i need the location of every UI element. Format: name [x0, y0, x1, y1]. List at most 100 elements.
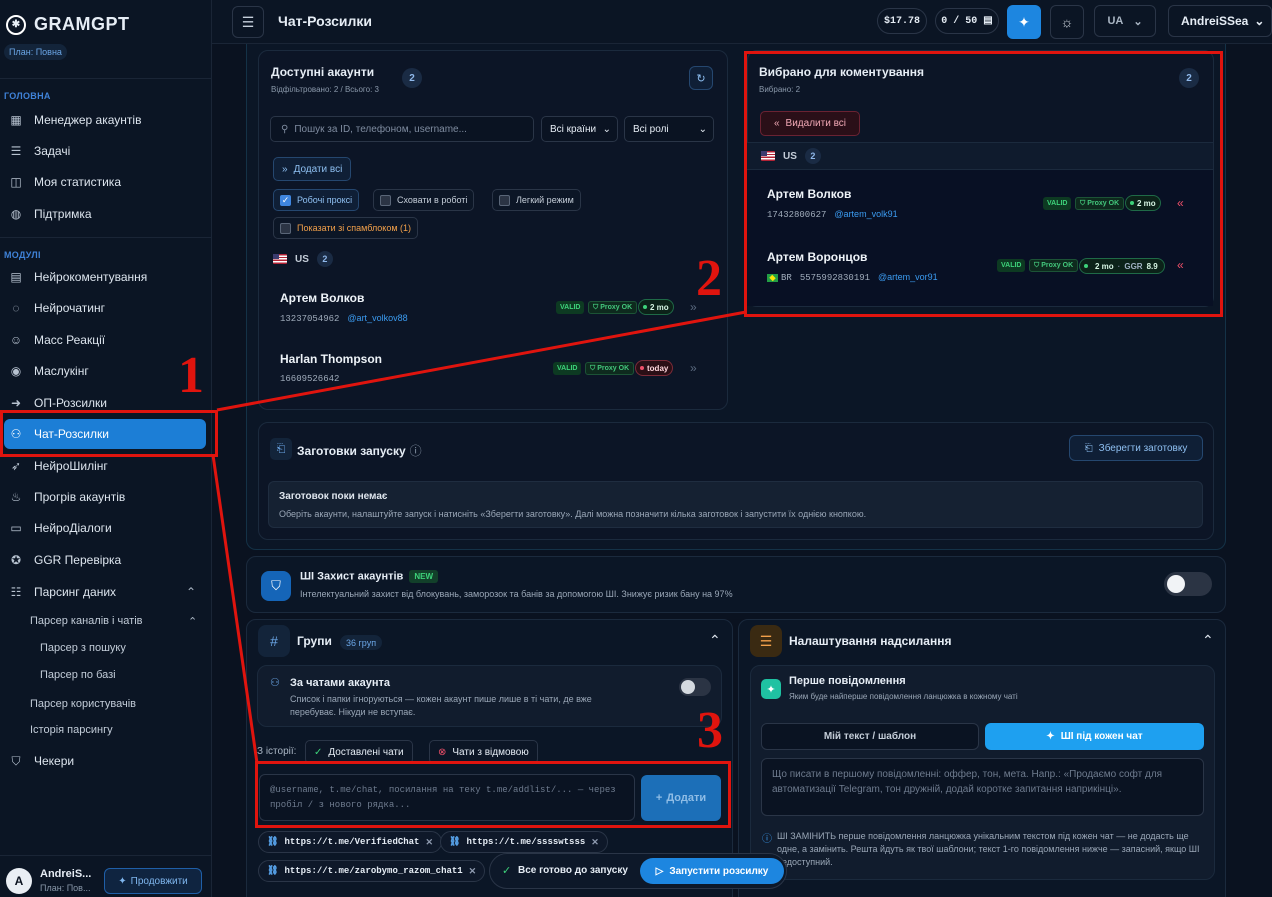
chat-chip[interactable]: ⛓ https://t.me/sssswtsss ✕: [440, 831, 608, 853]
remove-chip-icon[interactable]: ✕: [591, 837, 599, 848]
bookmark-icon: ⎗: [1084, 442, 1093, 454]
app-root: ✱ GRAMGPT План: Повна ГОЛОВНА ▦ Менеджер …: [0, 0, 1272, 897]
add-all-button[interactable]: » Додати всі: [273, 157, 352, 181]
filter-spamblock[interactable]: Показати зі спамблоком (1): [273, 217, 419, 239]
sidebar-item-masslooking[interactable]: ◉ Маслукінг: [4, 356, 206, 386]
dialog-icon: ▭: [10, 521, 22, 535]
launch-bar: ✓ Все готово до запуску ▷ Запустити розси…: [489, 853, 787, 889]
sidebar-item-parsing[interactable]: ☷ Парсинг даних ⌃: [4, 577, 206, 607]
sidebar-item-warmup[interactable]: ♨ Прогрів акаунтів: [4, 482, 206, 512]
tab-ai-label: ШІ під кожен чат: [1060, 731, 1143, 742]
filter-light-mode[interactable]: Легкий режим: [492, 189, 581, 211]
grid-icon: ▦: [10, 113, 22, 127]
remove-chip-icon[interactable]: ✕: [469, 866, 477, 877]
chevron-down-icon: ⌄: [1254, 14, 1265, 28]
by-account-toggle[interactable]: [679, 678, 711, 696]
annotation-number-3: 3: [697, 702, 723, 759]
sidebar-item-support[interactable]: ◍ Підтримка: [4, 199, 206, 229]
collapse-chevron-icon[interactable]: ⌃: [709, 632, 721, 649]
available-group-us[interactable]: US 2: [273, 245, 333, 273]
double-chevron-right-icon: »: [282, 163, 288, 175]
users-icon: ⚇: [270, 677, 280, 689]
tab-own-text[interactable]: Мій текст / шаблон: [761, 723, 979, 750]
start-mailing-button[interactable]: ▷ Запустити розсилку: [640, 858, 784, 884]
age-badge: today: [635, 360, 674, 376]
balance-badge[interactable]: $17.78: [877, 8, 927, 34]
theme-toggle-button[interactable]: ☼: [1050, 5, 1084, 39]
eye-icon: ◉: [10, 364, 22, 378]
filter-hide-working[interactable]: Сховати в роботі: [373, 189, 475, 211]
chevron-down-icon: ⌄: [1133, 15, 1143, 28]
country-select[interactable]: Всі країни ⌄: [541, 116, 618, 142]
chat-bubble-icon: ◌: [12, 301, 20, 315]
sidebar-subitem-base-parser[interactable]: Парсер по базі: [40, 669, 116, 681]
chat-chip[interactable]: ⛓ https://t.me/VerifiedChat ✕: [258, 831, 443, 853]
account-search-input[interactable]: ⚲ Пошук за ID, телефоном, username...: [270, 116, 534, 142]
ai-sparkle-button[interactable]: ✦: [1007, 5, 1041, 39]
sidebar-subitem-search-parser[interactable]: Парсер з пошуку: [40, 642, 126, 654]
account-name: Артем Волков: [280, 291, 365, 305]
by-account-title: За чатами акаунта: [290, 677, 391, 689]
save-preset-button[interactable]: ⎗ Зберегти заготовку: [1069, 435, 1203, 461]
age-label: 2 mo: [650, 302, 669, 312]
extend-plan-button[interactable]: ✦ Продовжити: [104, 868, 202, 894]
age-badge: 2 mo: [638, 299, 674, 315]
sidebar-item-account-manager[interactable]: ▦ Менеджер акаунтів: [4, 105, 206, 135]
account-name: Harlan Thompson: [280, 352, 383, 366]
quota-badge[interactable]: 0 / 50 ▤: [935, 8, 999, 34]
shield-icon: ⛉: [261, 571, 291, 601]
sidebar-item-label: Чекери: [34, 754, 75, 768]
sidebar-item-label: Парсинг даних: [34, 585, 117, 599]
sidebar-item-neurocomment[interactable]: ▤ Нейрокоментування: [4, 262, 206, 292]
filter-label: Робочі проксі: [297, 195, 353, 205]
presets-empty-state: Заготовок поки немає Оберіть акаунти, на…: [268, 481, 1203, 528]
link-icon: ⛓: [267, 866, 279, 876]
sidebar-item-ggr-check[interactable]: ✪ GGR Перевірка: [4, 545, 206, 575]
info-icon[interactable]: ⓘ: [410, 444, 422, 458]
sidebar-item-statistics[interactable]: ◫ Моя статистика: [4, 167, 206, 197]
checkbox-checked-icon: ✓: [280, 194, 291, 206]
rocket-icon: ➶: [10, 459, 22, 473]
account-meta: 16609526642: [280, 374, 339, 384]
user-menu-button[interactable]: AndreiSSea ⌄: [1168, 5, 1272, 37]
play-icon: ▷: [655, 865, 664, 877]
sidebar-item-neurodialogs[interactable]: ▭ НейроДіалоги: [4, 513, 206, 543]
groups-title: Групи: [297, 634, 332, 648]
menu-toggle-button[interactable]: ☰: [232, 6, 264, 38]
tab-ai-per-chat[interactable]: ✦ ШІ під кожен чат: [985, 723, 1204, 750]
ai-prompt-input[interactable]: Що писати в першому повідомленні: оффер,…: [761, 758, 1204, 816]
section-main-label: ГОЛОВНА: [4, 91, 51, 101]
remove-chip-icon[interactable]: ✕: [425, 837, 433, 848]
sidebar-item-mass-reactions[interactable]: ☺ Масс Реакції: [4, 325, 206, 355]
ai-protection-toggle[interactable]: [1164, 572, 1212, 596]
annotation-box-3: [255, 761, 731, 828]
language-select[interactable]: UA ⌄: [1094, 5, 1156, 37]
link-icon: ⛓: [267, 837, 279, 847]
groups-count-badge: 36 груп: [340, 635, 383, 650]
sidebar-subitem-parse-history[interactable]: Історія парсингу: [30, 724, 113, 736]
logo-icon: ✱: [6, 14, 26, 35]
shield-icon: ⛉: [593, 303, 599, 311]
filter-working-proxy[interactable]: ✓ Робочі проксі: [273, 189, 360, 211]
add-account-button[interactable]: »: [690, 361, 697, 375]
check-circle-icon: ✓: [502, 865, 512, 877]
collapse-chevron-icon[interactable]: ⌃: [1202, 632, 1214, 649]
sidebar-subitem-user-parser[interactable]: Парсер користувачів: [30, 698, 136, 710]
refresh-button[interactable]: ↻: [689, 66, 713, 90]
avatar[interactable]: A: [6, 868, 32, 894]
sidebar-item-neurochat[interactable]: ◌ Нейрочатинг: [4, 293, 206, 323]
sidebar-item-label: НейроДіалоги: [34, 521, 112, 535]
valid-badge: VALID: [556, 301, 585, 314]
sidebar-item-label: Прогрів акаунтів: [34, 490, 126, 504]
role-select[interactable]: Всі ролі ⌄: [624, 116, 714, 142]
chevron-down-icon: ⌄: [602, 123, 611, 135]
sidebar-subitem-channel-parser[interactable]: Парсер каналів і чатів ⌃: [30, 615, 197, 628]
account-username[interactable]: @art_volkov88: [347, 313, 407, 323]
checkbox-icon: [280, 222, 291, 234]
shield-check-icon: ⛉: [11, 753, 21, 768]
flame-icon: ♨: [10, 490, 22, 504]
logo[interactable]: ✱ GRAMGPT: [6, 14, 130, 35]
sidebar-item-checkers[interactable]: ⛉ Чекери: [4, 746, 206, 776]
chat-chip[interactable]: ⛓ https://t.me/zarobymo_razom_chat1 ✕: [258, 860, 486, 882]
sidebar-item-tasks[interactable]: ☰ Задачі: [4, 136, 206, 166]
